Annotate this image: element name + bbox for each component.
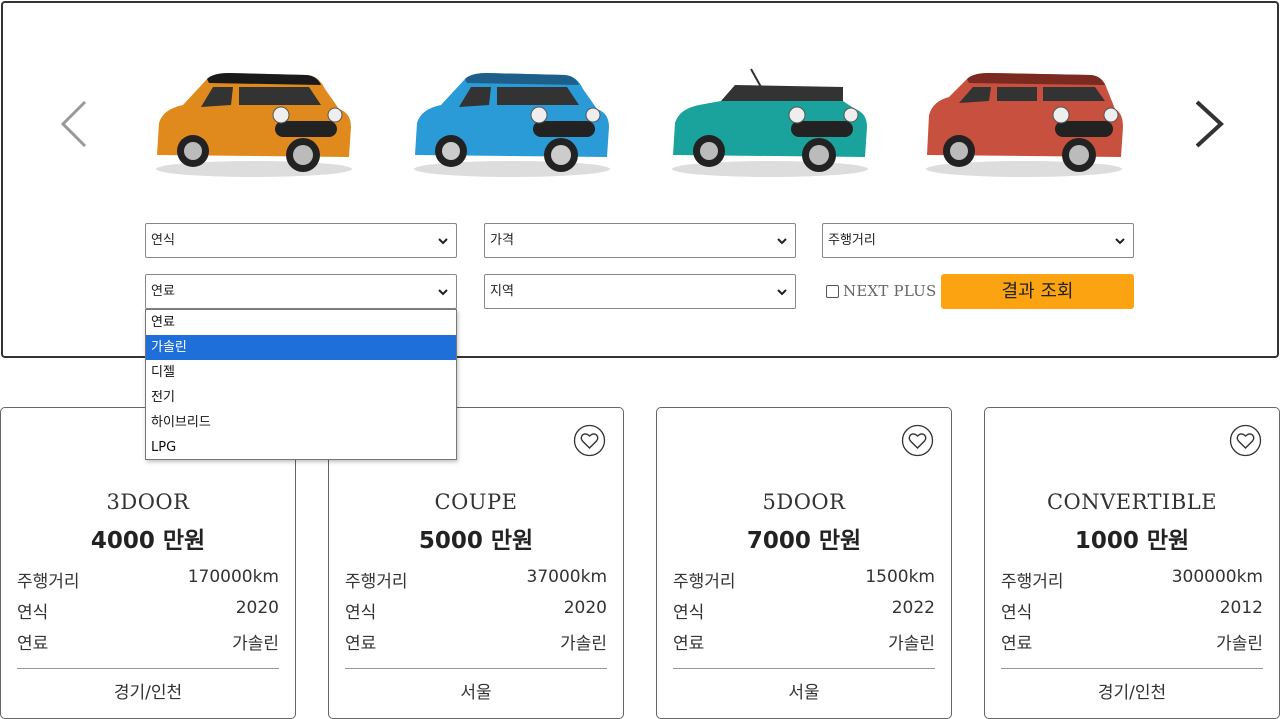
chevron-down-icon [777, 289, 787, 296]
spec-value: 가솔린 [1216, 634, 1263, 654]
card-price: 4000 만원 [90, 528, 206, 554]
fuel-option[interactable]: LPG [146, 435, 456, 460]
spec-row-mileage: 주행거리 300000km [1001, 567, 1263, 592]
card-model: CONVERTIBLE [1046, 490, 1218, 514]
price-select[interactable]: 가격 [484, 223, 796, 258]
fuel-option[interactable]: 가솔린 [146, 335, 456, 360]
spec-label: 연료 [345, 634, 377, 654]
divider [345, 668, 607, 669]
spec-value: 2012 [1219, 598, 1263, 618]
chevron-down-icon [777, 238, 787, 245]
price-select-value: 가격 [490, 233, 514, 248]
spec-label: 주행거리 [673, 572, 736, 592]
heart-icon[interactable] [1229, 424, 1262, 457]
spec-row-year: 연식 2020 [17, 598, 279, 623]
spec-row-year: 연식 2022 [673, 598, 935, 623]
fuel-dropdown-list: 연료 가솔린 디젤 전기 하이브리드 LPG [145, 309, 457, 460]
spec-row-year: 연식 2020 [345, 598, 607, 623]
spec-value: 1500km [865, 567, 935, 587]
spec-label: 연식 [345, 603, 377, 623]
divider [1001, 668, 1263, 669]
spec-row-year: 연식 2012 [1001, 598, 1263, 623]
spec-value: 2022 [891, 598, 935, 618]
spec-row-mileage: 주행거리 170000km [17, 567, 279, 592]
card-region: 서울 [788, 683, 820, 703]
spec-value: 가솔린 [888, 634, 935, 654]
card-region: 서울 [460, 683, 492, 703]
spec-value: 가솔린 [232, 634, 279, 654]
chevron-down-icon [438, 289, 448, 296]
region-select[interactable]: 지역 [484, 274, 796, 309]
next-plus-checkbox[interactable]: NEXT PLUS [826, 281, 936, 301]
spec-value: 37000km [526, 567, 607, 587]
year-select[interactable]: 연식 [145, 223, 457, 258]
spec-row-fuel: 연료 가솔린 [673, 629, 935, 654]
car-image-red[interactable] [919, 65, 1129, 183]
spec-label: 주행거리 [345, 572, 408, 592]
heart-icon[interactable] [901, 424, 934, 457]
spec-value: 2020 [563, 598, 607, 618]
fuel-option[interactable]: 연료 [146, 310, 456, 335]
car-image-blue[interactable] [407, 65, 617, 183]
spec-label: 주행거리 [17, 572, 80, 592]
chevron-right-icon[interactable] [1189, 98, 1229, 150]
spec-row-mileage: 주행거리 1500km [673, 567, 935, 592]
card-region: 경기/인천 [113, 683, 183, 703]
spec-row-fuel: 연료 가솔린 [17, 629, 279, 654]
fuel-option[interactable]: 하이브리드 [146, 410, 456, 435]
search-button[interactable]: 결과 조회 [941, 274, 1134, 309]
car-card[interactable]: CONVERTIBLE 1000 만원 주행거리 300000km 연식 2012 … [984, 407, 1280, 719]
divider [17, 668, 279, 669]
card-region: 경기/인천 [1097, 683, 1167, 703]
spec-value: 가솔린 [560, 634, 607, 654]
card-model: 3DOOR [106, 490, 190, 514]
mileage-select[interactable]: 주행거리 [822, 223, 1134, 258]
spec-value: 170000km [187, 567, 279, 587]
checkbox-box[interactable] [826, 284, 839, 298]
region-select-value: 지역 [490, 284, 514, 299]
spec-label: 연료 [673, 634, 705, 654]
fuel-select[interactable]: 연료 [145, 274, 457, 309]
fuel-option[interactable]: 전기 [146, 385, 456, 410]
spec-label: 연료 [1001, 634, 1033, 654]
spec-row-fuel: 연료 가솔린 [345, 629, 607, 654]
spec-label: 연료 [17, 634, 49, 654]
fuel-select-value: 연료 [151, 284, 175, 299]
card-model: 5DOOR [762, 490, 846, 514]
spec-label: 연식 [17, 603, 49, 623]
spec-label: 연식 [673, 603, 705, 623]
fuel-option[interactable]: 디젤 [146, 360, 456, 385]
spec-label: 연식 [1001, 603, 1033, 623]
card-price: 5000 만원 [418, 528, 534, 554]
spec-row-mileage: 주행거리 37000km [345, 567, 607, 592]
mileage-select-value: 주행거리 [828, 233, 876, 248]
chevron-left-icon[interactable] [55, 98, 95, 150]
spec-label: 주행거리 [1001, 572, 1064, 592]
car-image-teal[interactable] [665, 65, 875, 183]
car-card[interactable]: 5DOOR 7000 만원 주행거리 1500km 연식 2022 연료 가솔린 서울 [656, 407, 952, 719]
spec-row-fuel: 연료 가솔린 [1001, 629, 1263, 654]
next-plus-label: NEXT PLUS [843, 282, 937, 300]
spec-value: 300000km [1171, 567, 1263, 587]
heart-icon[interactable] [573, 424, 606, 457]
card-price: 1000 만원 [1074, 528, 1190, 554]
card-price: 7000 만원 [746, 528, 862, 554]
car-image-orange[interactable] [149, 65, 359, 183]
chevron-down-icon [1115, 238, 1125, 245]
spec-value: 2020 [235, 598, 279, 618]
divider [673, 668, 935, 669]
card-model: COUPE [434, 490, 518, 514]
year-select-value: 연식 [151, 233, 175, 248]
chevron-down-icon [438, 238, 448, 245]
